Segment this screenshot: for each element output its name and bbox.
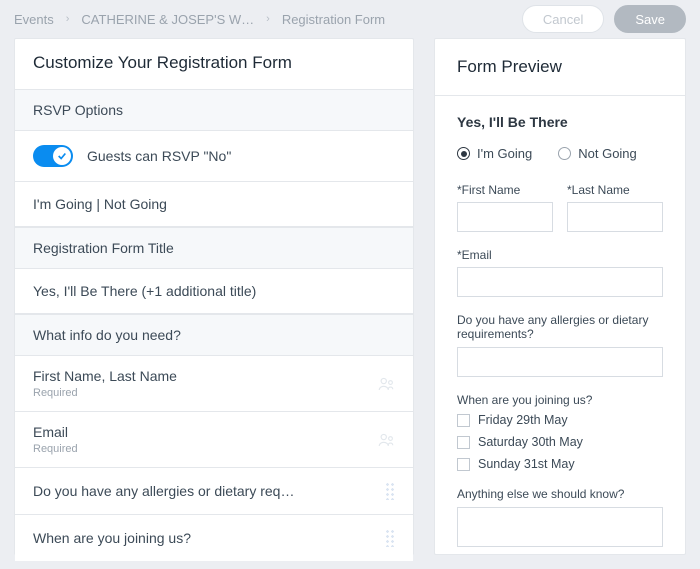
info-field-row[interactable]: When are you joining us? [15,515,413,561]
preview-form-title: Yes, I'll Be There [457,114,663,130]
radio-not-going[interactable]: Not Going [558,146,637,161]
section-header-rsvp: RSVP Options [15,89,413,131]
radio-icon [558,147,571,160]
joining-option[interactable]: Friday 29th May [457,413,663,427]
divider [435,95,685,96]
email-input[interactable] [457,267,663,297]
info-field-row[interactable]: First Name, Last Name Required [15,356,413,412]
info-field-row[interactable]: Do you have any allergies or dietary req… [15,468,413,515]
joining-option-label: Saturday 30th May [478,435,583,449]
info-field-label: When are you joining us? [33,530,191,546]
top-actions: Cancel Save [522,5,686,33]
breadcrumb-events[interactable]: Events [14,12,54,27]
radio-going-label: I'm Going [477,146,532,161]
section-header-info: What info do you need? [15,314,413,356]
rsvp-toggle-label: Guests can RSVP "No" [87,148,231,164]
last-name-input[interactable] [567,202,663,232]
radio-icon [457,147,470,160]
radio-going[interactable]: I'm Going [457,146,532,161]
joining-question: When are you joining us? [457,393,663,407]
person-lock-icon [377,431,395,449]
rsvp-toggle-row: Guests can RSVP "No" [15,131,413,182]
breadcrumb-current: Registration Form [282,12,385,27]
checkbox-icon [457,458,470,471]
first-name-input[interactable] [457,202,553,232]
preview-panel-title: Form Preview [457,57,663,77]
info-field-label: Do you have any allergies or dietary req… [33,483,294,499]
save-button[interactable]: Save [614,5,686,33]
breadcrumb: Events › CATHERINE & JOSEP'S W… › Regist… [14,12,385,27]
form-title-value: Yes, I'll Be There (+1 additional title) [33,283,256,299]
rsvp-no-toggle[interactable] [33,145,73,167]
first-name-label: *First Name [457,183,553,197]
checkbox-icon [457,414,470,427]
joining-option[interactable]: Sunday 31st May [457,457,663,471]
drag-handle-icon[interactable] [385,482,395,500]
anything-else-question: Anything else we should know? [457,487,663,501]
drag-handle-icon[interactable] [385,529,395,547]
chevron-right-icon: › [66,13,70,25]
check-icon [53,147,71,165]
info-field-label: First Name, Last Name [33,368,177,384]
status-labels-text: I'm Going | Not Going [33,196,167,212]
status-labels-row[interactable]: I'm Going | Not Going [15,182,413,227]
last-name-label: *Last Name [567,183,663,197]
allergies-input[interactable] [457,347,663,377]
form-title-row[interactable]: Yes, I'll Be There (+1 additional title) [15,269,413,314]
attendance-radio-group: I'm Going Not Going [457,146,663,161]
joining-option[interactable]: Saturday 30th May [457,435,663,449]
email-label: *Email [457,248,663,262]
breadcrumb-event-name[interactable]: CATHERINE & JOSEP'S W… [81,12,254,27]
person-lock-icon [377,375,395,393]
customize-panel: Customize Your Registration Form RSVP Op… [14,38,414,555]
info-field-row[interactable]: Email Required [15,412,413,468]
panel-title: Customize Your Registration Form [15,39,413,89]
form-preview-panel: Form Preview Yes, I'll Be There I'm Goin… [434,38,686,555]
section-header-form-title: Registration Form Title [15,227,413,269]
checkbox-icon [457,436,470,449]
info-field-required: Required [33,443,78,455]
allergies-question: Do you have any allergies or dietary req… [457,313,663,341]
anything-else-input[interactable] [457,507,663,547]
info-field-label: Email [33,424,78,440]
chevron-right-icon: › [266,13,270,25]
joining-option-label: Friday 29th May [478,413,568,427]
radio-not-going-label: Not Going [578,146,637,161]
top-bar: Events › CATHERINE & JOSEP'S W… › Regist… [0,0,700,38]
joining-option-label: Sunday 31st May [478,457,575,471]
info-field-required: Required [33,387,177,399]
cancel-button[interactable]: Cancel [522,5,604,33]
